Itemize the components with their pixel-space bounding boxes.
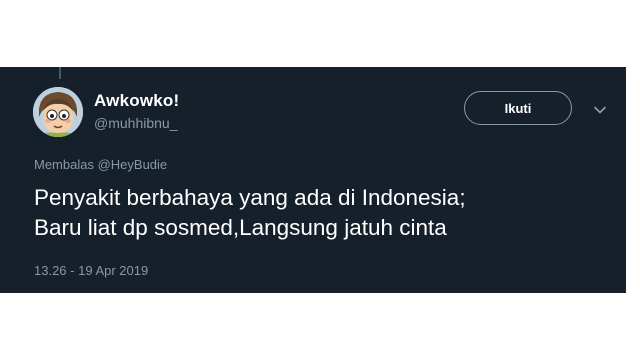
thread-connector-line (59, 67, 61, 79)
cartoon-face-icon (33, 87, 83, 137)
avatar[interactable] (33, 87, 83, 137)
follow-button[interactable]: Ikuti (464, 91, 572, 125)
tweet-card: Awkowko! @muhhibnu_ Ikuti Membalas @HeyB… (0, 67, 626, 293)
tweet-text-line: Penyakit berbahaya yang ada di Indonesia… (34, 185, 466, 210)
display-name[interactable]: Awkowko! (94, 91, 179, 111)
username[interactable]: @muhhibnu_ (94, 115, 178, 131)
tweet-text-line: Baru liat dp sosmed,Langsung jatuh cinta (34, 215, 447, 240)
reply-context[interactable]: Membalas @HeyBudie (34, 157, 167, 172)
timestamp[interactable]: 13.26 - 19 Apr 2019 (34, 263, 148, 278)
chevron-down-icon[interactable] (592, 102, 608, 118)
follow-button-label: Ikuti (504, 100, 532, 116)
tweet-text: Penyakit berbahaya yang ada di Indonesia… (34, 183, 614, 243)
